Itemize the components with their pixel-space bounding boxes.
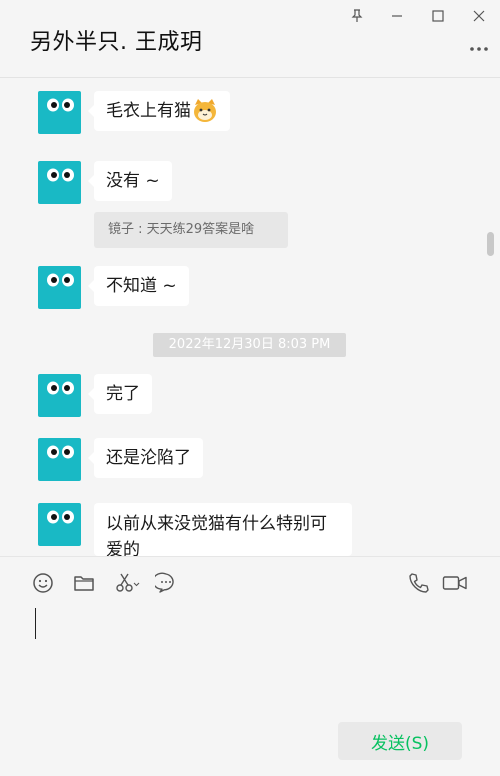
message-bubble: 完了 (88, 374, 152, 414)
avatar[interactable] (38, 266, 81, 309)
quoted-message[interactable]: 镜子 : 天天练29答案是啥 (94, 212, 288, 248)
message-bubble: 以前从来没觉猫有什么特别可爱的 (94, 503, 352, 556)
message-bubble: 毛衣上有猫 (88, 91, 230, 131)
maximize-icon[interactable] (427, 5, 449, 27)
avatar[interactable] (38, 91, 81, 134)
avatar[interactable] (38, 438, 81, 481)
message-text: 不知道 ~ (106, 276, 177, 296)
minimize-icon[interactable] (386, 5, 408, 27)
message-text: 完了 (106, 384, 140, 404)
message-text: 以前从来没觉猫有什么特别可爱的 (106, 514, 327, 556)
message-list[interactable] (0, 78, 500, 556)
send-button[interactable]: 发送(S) (338, 722, 462, 760)
text-input-caret[interactable] (35, 608, 36, 639)
avatar[interactable] (38, 374, 81, 417)
chat-bubble-icon[interactable] (154, 571, 178, 595)
emoji-icon[interactable] (31, 571, 55, 595)
phone-icon[interactable] (407, 571, 431, 595)
pin-icon[interactable] (346, 5, 368, 27)
message-bubble: 还是沦陷了 (88, 438, 203, 478)
message-text: 还是沦陷了 (106, 448, 191, 468)
chat-header: 另外半只. 王成玥 (0, 0, 500, 78)
message-text: 没有 ~ (106, 171, 160, 191)
message-text: 毛衣上有猫 (106, 101, 191, 121)
more-options-icon[interactable] (468, 38, 490, 60)
scissors-icon[interactable] (113, 571, 141, 595)
avatar[interactable] (38, 161, 81, 204)
avatar[interactable] (38, 503, 81, 546)
video-icon[interactable] (442, 571, 468, 595)
timestamp: 2022年12月30日 8:03 PM (153, 333, 346, 357)
scrollbar-thumb[interactable] (487, 232, 494, 256)
close-icon[interactable] (468, 5, 490, 27)
cat-face-emoji (192, 98, 218, 124)
chat-title: 另外半只. 王成玥 (30, 30, 203, 55)
message-bubble: 没有 ~ (88, 161, 172, 201)
folder-icon[interactable] (72, 571, 96, 595)
message-bubble: 不知道 ~ (88, 266, 189, 306)
